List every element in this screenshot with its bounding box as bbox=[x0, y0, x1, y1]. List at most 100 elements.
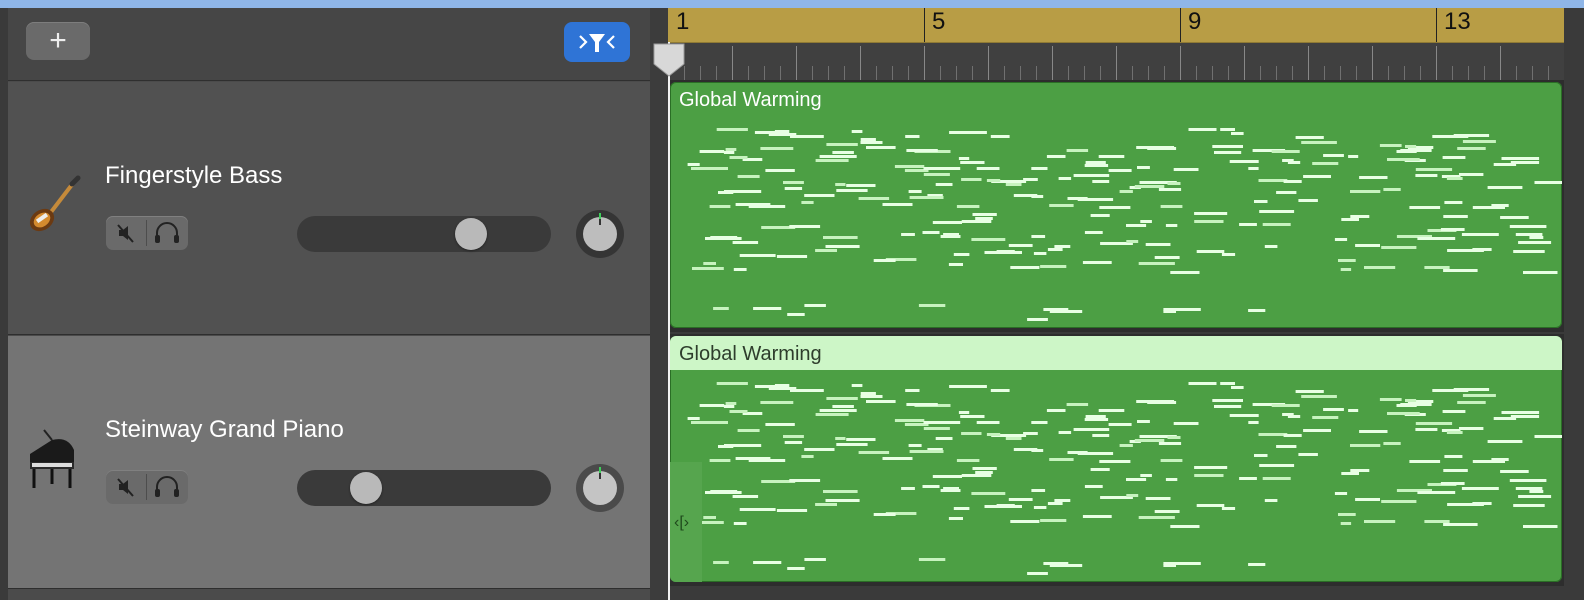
midi-note bbox=[1248, 421, 1259, 424]
midi-note bbox=[815, 249, 837, 252]
midi-note bbox=[975, 471, 993, 474]
playhead-line[interactable] bbox=[668, 42, 670, 600]
pan-knob[interactable] bbox=[575, 463, 625, 513]
midi-note bbox=[1462, 394, 1496, 397]
solo-button[interactable] bbox=[147, 216, 187, 250]
midi-note bbox=[699, 150, 725, 153]
beat-tick bbox=[764, 66, 765, 80]
beat-tick bbox=[1532, 66, 1533, 80]
midi-note bbox=[705, 491, 742, 494]
region-header[interactable]: Global Warming bbox=[670, 336, 1562, 370]
midi-note bbox=[1040, 519, 1067, 522]
track-lane-steinway-grand-piano[interactable]: Global Warming ‹[› bbox=[668, 334, 1564, 586]
track-header-steinway-grand-piano[interactable]: Steinway Grand Piano bbox=[8, 336, 650, 589]
midi-note bbox=[1338, 513, 1356, 516]
volume-slider[interactable] bbox=[297, 470, 551, 506]
region-resize-handle[interactable]: ‹[› bbox=[670, 462, 702, 582]
midi-note bbox=[1258, 433, 1288, 436]
midi-note bbox=[1160, 459, 1183, 462]
beat-tick bbox=[1292, 66, 1293, 80]
track-filter-button[interactable] bbox=[564, 22, 630, 62]
midi-note bbox=[1500, 216, 1529, 219]
beat-tick bbox=[1260, 66, 1261, 80]
midi-note bbox=[754, 131, 778, 134]
midi-region-selected[interactable]: Global Warming ‹[› bbox=[670, 336, 1562, 582]
bar-number: 5 bbox=[932, 8, 946, 35]
beat-ruler[interactable] bbox=[668, 43, 1564, 81]
midi-note bbox=[1119, 444, 1133, 447]
add-track-button[interactable]: + bbox=[26, 22, 90, 60]
midi-note bbox=[953, 507, 970, 510]
midi-note bbox=[739, 508, 776, 511]
midi-note bbox=[1341, 218, 1359, 221]
midi-region[interactable]: Global Warming bbox=[670, 82, 1562, 328]
midi-note bbox=[1085, 415, 1106, 418]
beat-tick bbox=[876, 66, 877, 80]
track-name[interactable]: Fingerstyle Bass bbox=[105, 162, 282, 190]
midi-note bbox=[1443, 469, 1468, 472]
midi-note bbox=[1535, 181, 1553, 184]
bar-ruler[interactable]: 1 5 9 13 bbox=[668, 8, 1564, 43]
midi-note bbox=[1501, 157, 1540, 160]
midi-note bbox=[1119, 190, 1133, 193]
volume-slider[interactable] bbox=[297, 216, 551, 252]
midi-note bbox=[825, 499, 860, 502]
volume-slider-thumb[interactable] bbox=[350, 472, 383, 504]
midi-note bbox=[958, 411, 970, 414]
midi-note bbox=[1443, 215, 1468, 218]
playhead-handle[interactable] bbox=[652, 42, 686, 78]
midi-note bbox=[923, 173, 950, 176]
midi-note bbox=[718, 445, 734, 448]
midi-note bbox=[1145, 497, 1171, 500]
midi-note bbox=[1523, 271, 1558, 274]
beat-tick bbox=[1180, 46, 1181, 80]
region-header[interactable]: Global Warming bbox=[670, 82, 1562, 116]
midi-note bbox=[1049, 458, 1074, 461]
midi-note bbox=[1248, 563, 1266, 566]
midi-note bbox=[1282, 413, 1294, 416]
midi-note bbox=[1443, 523, 1478, 526]
midi-note bbox=[733, 522, 747, 525]
midi-note bbox=[753, 561, 782, 564]
midi-note bbox=[733, 268, 747, 271]
midi-note bbox=[1058, 431, 1072, 434]
beat-tick bbox=[956, 66, 957, 80]
solo-button[interactable] bbox=[147, 470, 187, 504]
beat-tick bbox=[1404, 66, 1405, 80]
midi-note bbox=[947, 489, 961, 492]
midi-note bbox=[1147, 401, 1177, 404]
midi-note bbox=[1231, 386, 1244, 389]
mute-button[interactable] bbox=[106, 470, 146, 504]
midi-note bbox=[1126, 240, 1139, 243]
midi-note bbox=[739, 254, 776, 257]
midi-note bbox=[815, 503, 837, 506]
pan-knob[interactable] bbox=[575, 209, 625, 259]
midi-note bbox=[866, 400, 896, 403]
beat-tick bbox=[1516, 66, 1517, 80]
midi-note bbox=[1188, 128, 1217, 131]
midi-note bbox=[687, 417, 700, 420]
midi-note bbox=[1239, 223, 1257, 226]
track-header-fingerstyle-bass[interactable]: Fingerstyle Bass bbox=[8, 82, 650, 335]
track-name[interactable]: Steinway Grand Piano bbox=[105, 416, 344, 444]
midi-note bbox=[1220, 128, 1235, 131]
volume-slider-thumb[interactable] bbox=[455, 218, 488, 250]
midi-note bbox=[1264, 245, 1278, 248]
midi-note bbox=[1010, 520, 1040, 523]
midi-note bbox=[1043, 308, 1069, 311]
midi-note bbox=[1082, 515, 1112, 518]
midi-note bbox=[1493, 417, 1517, 420]
track-lane-fingerstyle-bass[interactable]: Global Warming bbox=[668, 80, 1564, 332]
midi-note bbox=[956, 205, 980, 208]
midi-note bbox=[1359, 176, 1388, 179]
mute-button[interactable] bbox=[106, 216, 146, 250]
midi-note bbox=[725, 148, 737, 151]
panel-divider[interactable] bbox=[650, 8, 670, 600]
midi-note bbox=[1173, 422, 1199, 425]
midi-note bbox=[1126, 478, 1147, 481]
midi-note bbox=[1432, 389, 1469, 392]
midi-note bbox=[1513, 504, 1545, 507]
midi-note bbox=[1066, 149, 1089, 152]
beat-tick bbox=[1228, 66, 1229, 80]
midi-note bbox=[1440, 482, 1465, 485]
